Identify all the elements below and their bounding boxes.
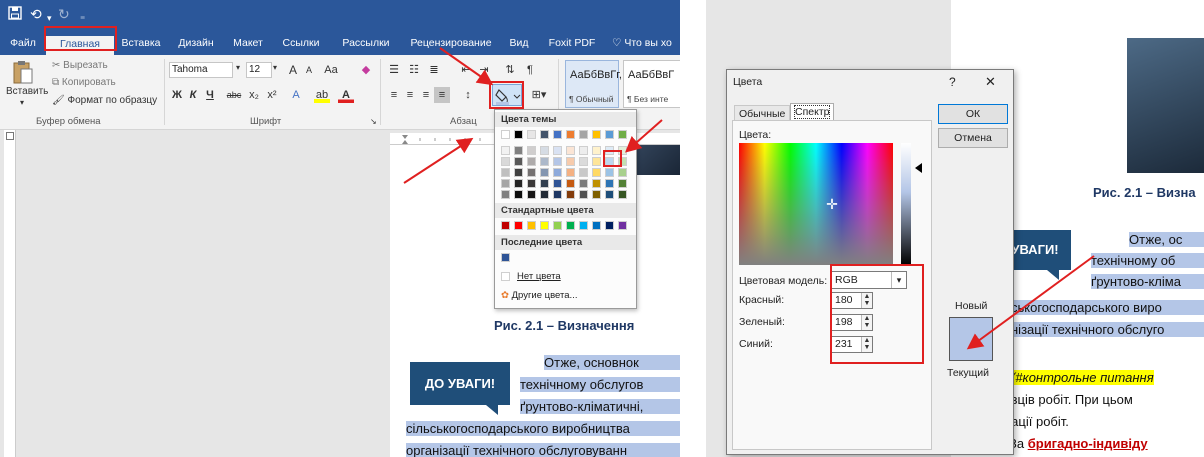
- annotation-arrow-right: [966, 255, 1095, 350]
